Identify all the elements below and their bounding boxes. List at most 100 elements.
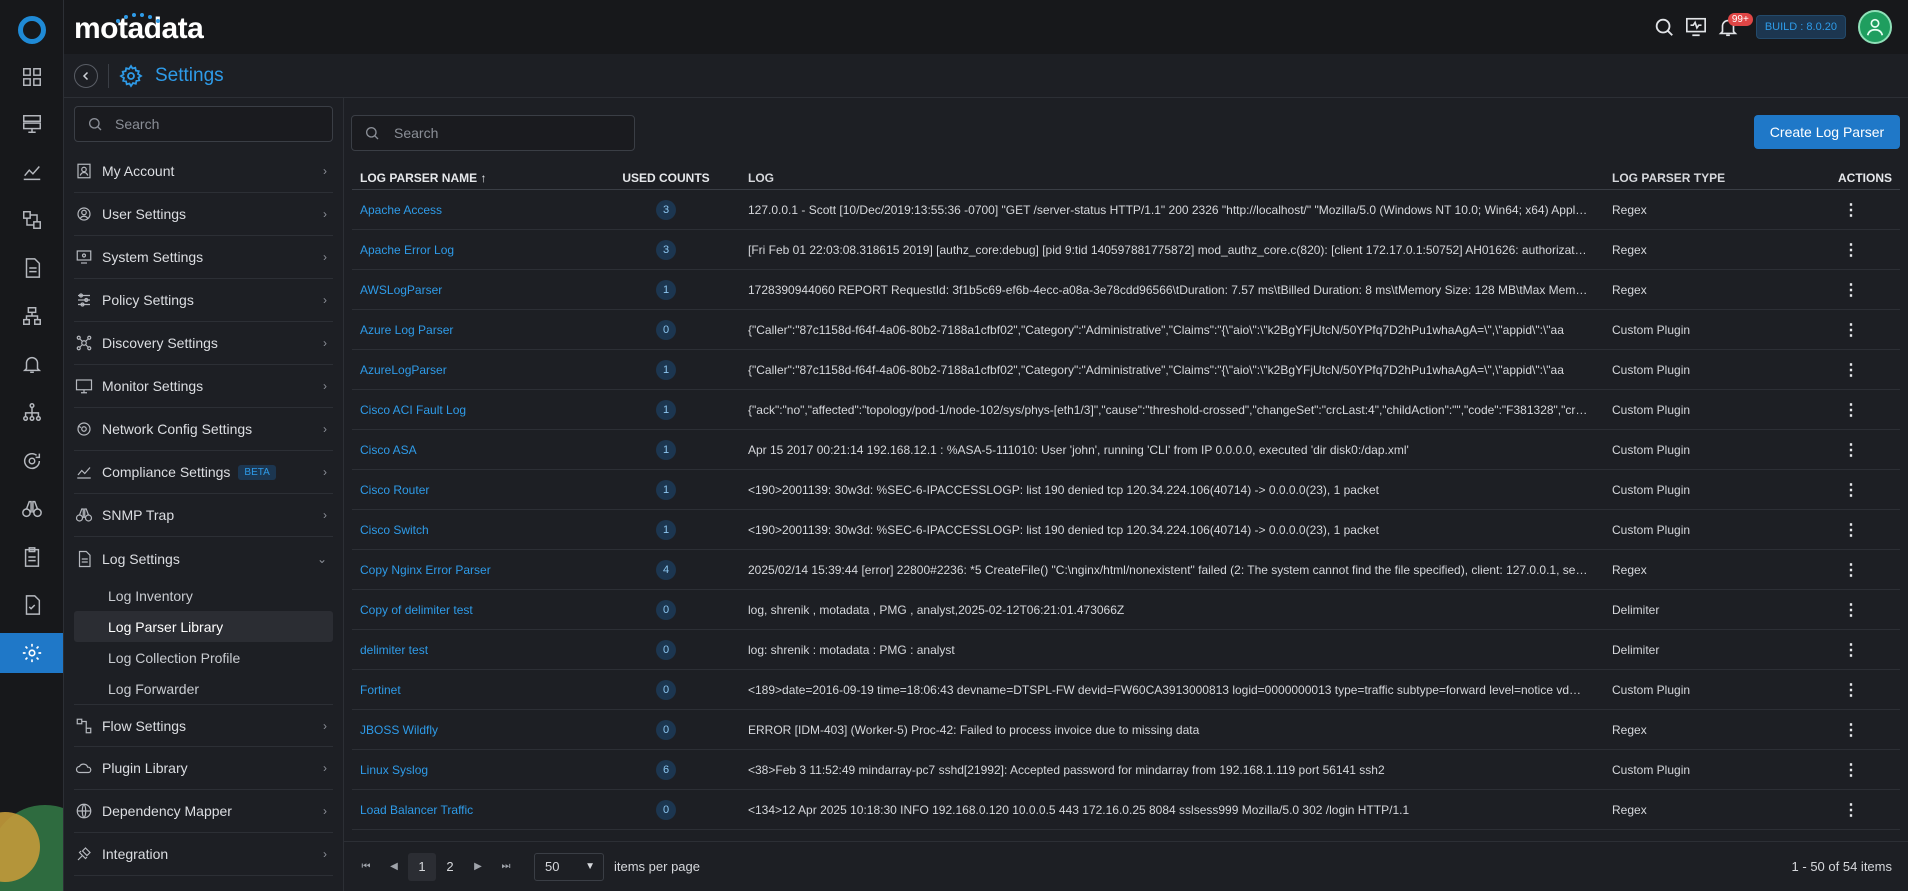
user-avatar[interactable] — [1858, 10, 1892, 44]
plug-icon — [74, 844, 94, 864]
column-header-used-counts[interactable]: USED COUNTS — [612, 171, 720, 185]
page-1-button[interactable]: 1 — [408, 852, 436, 881]
parser-name-link[interactable]: delimiter test — [352, 643, 612, 657]
parser-name-link[interactable]: Cisco Switch — [352, 523, 612, 537]
parser-name-link[interactable]: Load Balancer Traffic — [352, 803, 612, 817]
used-count-cell: 1 — [612, 399, 720, 420]
sidebar-item-discovery-settings[interactable]: Discovery Settings › — [74, 322, 333, 365]
sidebar-item-compliance-settings[interactable]: Compliance Settings BETA › — [74, 451, 333, 494]
sidebar-item-network-config-settings[interactable]: Network Config Settings › — [74, 408, 333, 451]
clipboard-icon[interactable] — [0, 537, 63, 577]
sidebar-item-flow-settings[interactable]: Flow Settings › — [74, 704, 333, 747]
table-row: Linux Syslog 6 <38>Feb 3 11:52:49 mindarra… — [352, 750, 1900, 790]
sidebar-item-log-settings[interactable]: Log Settings ⌄ — [74, 537, 333, 580]
more-actions-icon[interactable]: ⋮ — [1843, 520, 1859, 540]
chevron-right-icon: › — [323, 250, 327, 264]
first-page-icon[interactable]: ⏮ — [352, 853, 380, 881]
more-actions-icon[interactable]: ⋮ — [1843, 440, 1859, 460]
page-2-button[interactable]: 2 — [436, 853, 464, 881]
more-actions-icon[interactable]: ⋮ — [1843, 400, 1859, 420]
parser-name-link[interactable]: Cisco ACI Fault Log — [352, 403, 612, 417]
caret-down-icon: ▼ — [585, 861, 595, 872]
back-button[interactable] — [74, 63, 98, 88]
table-row: Copy Nginx Error Parser 4 2025/02/14 15:39… — [352, 550, 1900, 590]
topology-icon[interactable] — [0, 200, 63, 240]
last-page-icon[interactable]: ⏭ — [492, 853, 520, 881]
parser-name-link[interactable]: Apache Error Log — [352, 243, 612, 257]
metrics-icon[interactable] — [0, 152, 63, 192]
binoculars-icon[interactable] — [0, 489, 63, 529]
column-header-name[interactable]: LOG PARSER NAME ↑ — [352, 171, 612, 185]
app-logo-icon[interactable] — [18, 16, 46, 44]
parser-name-link[interactable]: Cisco Router — [352, 483, 612, 497]
sidebar-subitem-log-parser-library[interactable]: Log Parser Library — [74, 611, 333, 642]
create-log-parser-button[interactable]: Create Log Parser — [1754, 115, 1900, 149]
column-header-type[interactable]: LOG PARSER TYPE — [1588, 171, 1788, 185]
column-header-log[interactable]: LOG — [720, 171, 1588, 185]
sidebar-subitem-log-forwarder[interactable]: Log Forwarder — [74, 673, 333, 704]
more-actions-icon[interactable]: ⋮ — [1843, 280, 1859, 300]
parser-name-link[interactable]: Apache Access — [352, 203, 612, 217]
cloud-plugin-icon — [74, 758, 94, 778]
sync-icon[interactable] — [0, 441, 63, 481]
more-actions-icon[interactable]: ⋮ — [1843, 760, 1859, 780]
parser-name-link[interactable]: Fortinet — [352, 683, 612, 697]
next-page-icon[interactable]: ▶ — [464, 853, 492, 881]
parser-name-link[interactable]: Copy Nginx Error Parser — [352, 563, 612, 577]
prev-page-icon[interactable]: ◀ — [380, 853, 408, 881]
sidebar-item-user-settings[interactable]: User Settings › — [74, 193, 333, 236]
used-count-badge: 1 — [656, 519, 676, 540]
sidebar-item-system-settings[interactable]: System Settings › — [74, 236, 333, 279]
checklist-icon[interactable] — [0, 585, 63, 625]
parser-name-link[interactable]: Copy of delimiter test — [352, 603, 612, 617]
parser-name-link[interactable]: AWSLogParser — [352, 283, 612, 297]
discovery-icon — [74, 333, 94, 353]
dashboard-icon[interactable] — [0, 57, 63, 97]
sidebar-item-policy-settings[interactable]: Policy Settings › — [74, 279, 333, 322]
more-actions-icon[interactable]: ⋮ — [1843, 360, 1859, 380]
top-bar: motadata 99+ BUILD : 8.0.20 — [64, 0, 1908, 54]
more-actions-icon[interactable]: ⋮ — [1843, 640, 1859, 660]
report-icon[interactable] — [0, 248, 63, 288]
more-actions-icon[interactable]: ⋮ — [1843, 240, 1859, 260]
alert-bell-icon[interactable] — [0, 344, 63, 384]
table-row: Cisco Switch 1 <190>2001139: 30w3d: %SEC-6… — [352, 510, 1900, 550]
sidebar-item-label: My Account — [102, 163, 175, 179]
search-icon — [89, 118, 102, 131]
sidebar-subitem-log-collection-profile[interactable]: Log Collection Profile — [74, 642, 333, 673]
parser-name-link[interactable]: Cisco ASA — [352, 443, 612, 457]
more-actions-icon[interactable]: ⋮ — [1843, 680, 1859, 700]
sidebar-item-dependency-mapper[interactable]: Dependency Mapper › — [74, 790, 333, 833]
notification-bell-icon[interactable]: 99+ — [1712, 11, 1753, 43]
sidebar-item-plugin-library[interactable]: Plugin Library › — [74, 747, 333, 790]
more-actions-icon[interactable]: ⋮ — [1843, 800, 1859, 820]
parser-name-link[interactable]: JBOSS Wildfly — [352, 723, 612, 737]
sidebar-item-my-account[interactable]: My Account › — [74, 150, 333, 193]
more-actions-icon[interactable]: ⋮ — [1843, 480, 1859, 500]
monitor-activity-icon[interactable] — [1680, 11, 1712, 43]
more-actions-icon[interactable]: ⋮ — [1843, 320, 1859, 340]
server-icon[interactable] — [0, 104, 63, 144]
actions-cell: ⋮ — [1788, 360, 1900, 380]
more-actions-icon[interactable]: ⋮ — [1843, 600, 1859, 620]
global-search-icon[interactable] — [1648, 11, 1680, 43]
sidebar-item-label: Log Settings — [102, 550, 180, 567]
more-actions-icon[interactable]: ⋮ — [1843, 720, 1859, 740]
more-actions-icon[interactable]: ⋮ — [1843, 560, 1859, 580]
parser-name-link[interactable]: Linux Syslog — [352, 763, 612, 777]
parser-name-link[interactable]: Azure Log Parser — [352, 323, 612, 337]
more-actions-icon[interactable]: ⋮ — [1843, 200, 1859, 220]
parser-name-link[interactable]: AzureLogParser — [352, 363, 612, 377]
hierarchy-icon[interactable] — [0, 392, 63, 432]
chevron-right-icon: › — [323, 847, 327, 861]
settings-gear-icon[interactable] — [0, 633, 63, 673]
table-search-input[interactable]: Search — [351, 115, 635, 151]
sidebar-item-snmp-trap[interactable]: SNMP Trap › — [74, 494, 333, 537]
sidebar-item-integration[interactable]: Integration › — [74, 833, 333, 876]
sidebar-search-input[interactable]: Search — [74, 106, 333, 142]
network-icon[interactable] — [0, 296, 63, 336]
sidebar-subitem-log-inventory[interactable]: Log Inventory — [74, 580, 333, 611]
used-count-badge: 1 — [656, 359, 676, 380]
sidebar-item-monitor-settings[interactable]: Monitor Settings › — [74, 365, 333, 408]
items-per-page-select[interactable]: 50 ▼ — [534, 852, 604, 881]
